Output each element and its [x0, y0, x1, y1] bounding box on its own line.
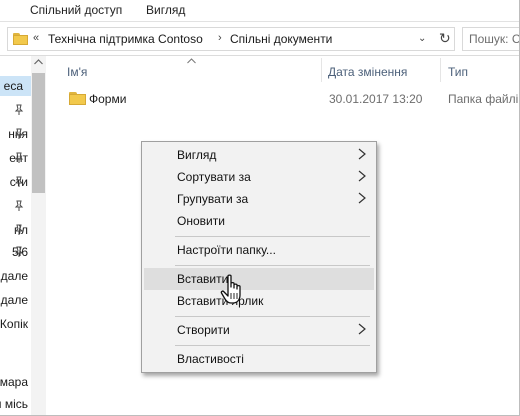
ribbon-tabs: Спільний доступ Вигляд — [0, 0, 519, 22]
menu-item-group-by[interactable]: Групувати за — [144, 188, 374, 210]
file-date: 30.01.2017 13:20 — [329, 92, 423, 106]
menu-item-paste-shortcut[interactable]: Вставити ярлик — [144, 290, 374, 312]
breadcrumb-separator-icon: › — [218, 32, 222, 44]
menu-separator — [175, 265, 370, 266]
column-type-header[interactable]: Тип — [448, 65, 468, 79]
nav-item[interactable]: еса — [0, 76, 31, 96]
pin-icon[interactable] — [14, 200, 24, 212]
pin-icon[interactable] — [14, 104, 24, 116]
address-bar-row: « Технічна підтримка Contoso › Спільні д… — [0, 22, 520, 56]
search-placeholder: Пошук: Спі — [469, 32, 520, 46]
menu-separator — [175, 345, 370, 346]
menu-item-customize-folder[interactable]: Настроїти папку... — [144, 239, 374, 261]
submenu-arrow-icon — [358, 170, 366, 182]
breadcrumb-support[interactable]: Технічна підтримка Contoso — [48, 32, 203, 46]
column-headers: Ім'я Дата змінення Тип — [47, 56, 519, 86]
column-divider[interactable] — [440, 58, 441, 82]
pin-icon[interactable] — [14, 152, 24, 164]
folder-icon — [69, 92, 86, 105]
hand-cursor-icon — [220, 274, 241, 304]
file-row[interactable]: Форми 30.01.2017 13:20 Папка файлів — [47, 89, 520, 109]
pin-icon[interactable] — [14, 176, 24, 188]
menu-item-new[interactable]: Створити — [144, 319, 374, 341]
nav-item[interactable]: я місь — [0, 394, 31, 414]
nav-item[interactable]: мара — [0, 372, 31, 392]
menu-separator — [175, 236, 370, 237]
tab-view[interactable]: Вигляд — [146, 3, 185, 17]
folder-icon — [13, 33, 28, 45]
overflow-chevron-icon[interactable]: « — [33, 32, 39, 44]
navigation-pane: еса ння ент сти гіл 5і6 идале идале Копі… — [0, 56, 46, 415]
nav-item[interactable]: идале — [0, 290, 31, 310]
scroll-up-icon[interactable] — [34, 59, 43, 65]
menu-separator — [175, 316, 370, 317]
nav-scrollbar[interactable] — [31, 56, 46, 415]
scrollbar-thumb[interactable] — [32, 73, 45, 193]
file-type: Папка файлів — [448, 92, 520, 106]
pin-icon[interactable] — [14, 128, 24, 140]
breadcrumb-shared-docs[interactable]: Спільні документи — [230, 32, 332, 46]
pin-icon[interactable] — [14, 246, 24, 258]
submenu-arrow-icon — [358, 323, 366, 335]
tab-share[interactable]: Спільний доступ — [30, 3, 122, 17]
search-input[interactable]: Пошук: Спі — [462, 27, 520, 51]
file-name: Форми — [89, 92, 127, 106]
sort-ascending-icon — [187, 58, 196, 64]
column-divider[interactable] — [321, 58, 322, 82]
menu-item-properties[interactable]: Властивості — [144, 348, 374, 370]
refresh-icon[interactable]: ↻ — [439, 30, 451, 47]
nav-item[interactable]: идале — [0, 266, 31, 286]
menu-item-paste[interactable]: Вставити — [144, 268, 374, 290]
column-date-header[interactable]: Дата змінення — [328, 65, 407, 79]
nav-item[interactable]: Копік — [0, 314, 31, 334]
menu-item-view[interactable]: Вигляд — [144, 144, 374, 166]
context-menu: Вигляд Сортувати за Групувати за Оновити… — [141, 141, 377, 373]
address-bar[interactable]: « Технічна підтримка Contoso › Спільні д… — [7, 27, 455, 51]
submenu-arrow-icon — [358, 192, 366, 204]
address-dropdown-icon[interactable]: ⌄ — [418, 33, 426, 44]
file-explorer-window: Спільний доступ Вигляд « Технічна підтри… — [0, 0, 520, 416]
submenu-arrow-icon — [358, 148, 366, 160]
column-name-header[interactable]: Ім'я — [67, 65, 87, 79]
menu-item-sort-by[interactable]: Сортувати за — [144, 166, 374, 188]
pin-icon[interactable] — [14, 224, 24, 236]
menu-item-refresh[interactable]: Оновити — [144, 210, 374, 232]
